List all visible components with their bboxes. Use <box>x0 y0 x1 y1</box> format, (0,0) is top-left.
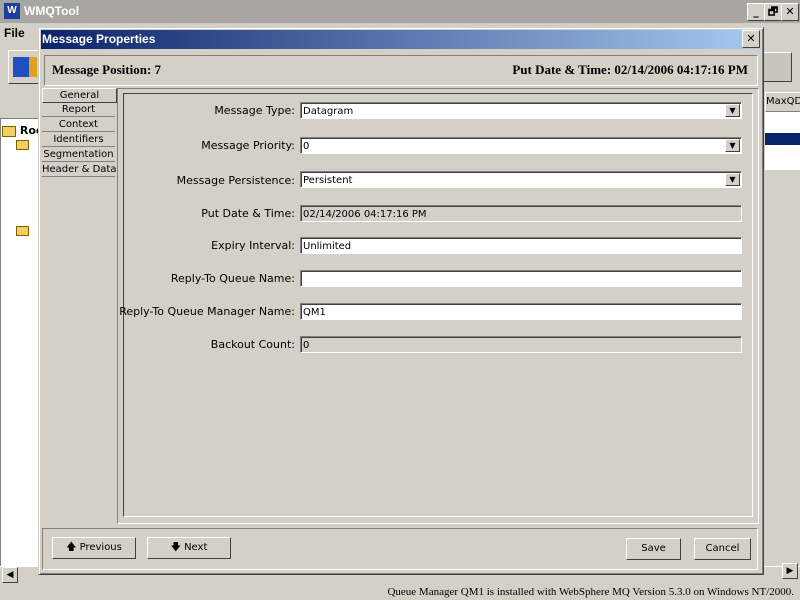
dropdown-arrow-icon[interactable]: ▼ <box>725 104 740 117</box>
message-persistence-value: Persistent <box>303 175 353 186</box>
cancel-button[interactable]: Cancel <box>694 538 751 560</box>
reply-to-queue-manager-name-value: QM1 <box>303 307 326 318</box>
put-date-time-value: 02/14/2006 04:17:16 PM <box>303 209 427 220</box>
expiry-interval-label: Expiry Interval: <box>211 239 295 252</box>
tab-general[interactable]: General <box>42 88 117 103</box>
reply-to-queue-name-input[interactable] <box>300 270 742 287</box>
backout-count-field: 0 <box>300 336 742 353</box>
save-button[interactable]: Save <box>626 538 681 560</box>
reply-to-queue-manager-name-label: Reply-To Queue Manager Name: <box>119 305 295 318</box>
reply-to-queue-manager-name-input[interactable]: QM1 <box>300 303 742 320</box>
message-priority-select[interactable]: 0 ▼ <box>300 137 742 154</box>
backout-count-label: Backout Count: <box>210 338 295 351</box>
run-icon <box>13 57 37 77</box>
put-date-time-field: 02/14/2006 04:17:16 PM <box>300 205 742 222</box>
dropdown-arrow-icon[interactable]: ▼ <box>725 173 740 186</box>
dropdown-arrow-icon[interactable]: ▼ <box>725 139 740 152</box>
message-type-select[interactable]: Datagram ▼ <box>300 102 742 119</box>
put-date-time-label: Put Date & Time: <box>201 207 295 220</box>
previous-button[interactable]: 🡅 Previous <box>52 537 136 559</box>
next-label: Next <box>184 542 208 553</box>
scroll-right-icon[interactable]: ▶ <box>782 563 798 579</box>
table-row-selected[interactable] <box>765 133 800 145</box>
status-text: Queue Manager QM1 is installed with WebS… <box>387 586 794 598</box>
dialog-close-icon[interactable]: ✕ <box>742 30 760 48</box>
tree-node[interactable] <box>6 140 30 152</box>
main-close-icon[interactable]: ✕ <box>781 3 799 21</box>
put-date-time-header: Put Date & Time: 02/14/2006 04:17:16 PM <box>512 62 748 77</box>
toolbar-button-right[interactable] <box>762 52 792 82</box>
app-title: WMQTool <box>24 4 80 18</box>
queue-tree-panel[interactable] <box>0 118 42 570</box>
tab-report[interactable]: Report <box>42 103 115 117</box>
next-button[interactable]: 🡇 Next <box>147 537 231 559</box>
menu-file[interactable]: File <box>4 26 25 40</box>
message-position: Message Position: 7 <box>52 62 162 77</box>
main-titlebar <box>0 0 800 23</box>
message-persistence-select[interactable]: Persistent ▼ <box>300 171 742 188</box>
minimize-icon[interactable]: _ <box>747 3 765 21</box>
message-persistence-label: Message Persistence: <box>176 174 295 187</box>
tab-identifiers[interactable]: Identifiers <box>42 133 115 147</box>
message-type-label: Message Type: <box>214 104 295 117</box>
column-header[interactable]: MaxQD <box>765 92 800 112</box>
toolbar-run-button[interactable] <box>8 50 40 84</box>
app-logo-icon: W <box>4 3 20 19</box>
backout-count-value: 0 <box>303 340 310 351</box>
previous-label: Previous <box>79 542 122 553</box>
scroll-left-icon[interactable]: ◀ <box>2 567 18 583</box>
tab-context[interactable]: Context <box>42 118 115 132</box>
expiry-interval-value: Unlimited <box>303 241 352 252</box>
message-priority-value: 0 <box>303 141 310 152</box>
folder-icon <box>16 140 29 150</box>
expiry-interval-input[interactable]: Unlimited <box>300 237 742 254</box>
folder-icon <box>2 125 16 137</box>
restore-icon[interactable]: 🗗 <box>764 3 782 21</box>
tree-node[interactable] <box>6 226 30 238</box>
arrow-down-icon: 🡇 <box>170 542 181 553</box>
dialog-title: Message Properties <box>42 32 156 46</box>
arrow-up-icon: 🡅 <box>66 542 77 553</box>
reply-to-queue-name-label: Reply-To Queue Name: <box>170 272 295 285</box>
message-priority-label: Message Priority: <box>201 139 295 152</box>
folder-icon <box>16 226 29 236</box>
tab-header-data[interactable]: Header & Data <box>42 163 116 177</box>
message-type-value: Datagram <box>303 106 354 117</box>
tab-segmentation[interactable]: Segmentation <box>42 148 115 162</box>
